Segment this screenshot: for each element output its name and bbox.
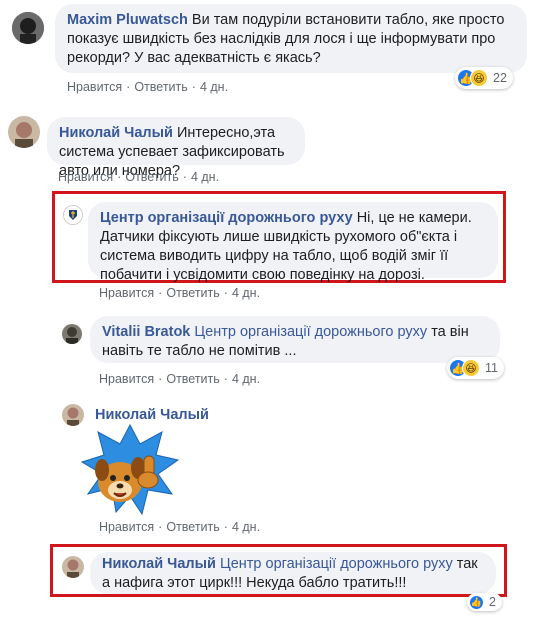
comment-bubble: Maxim Pluwatsch Ви там подурiли встанови… bbox=[55, 4, 527, 73]
like-link[interactable]: Нравится bbox=[99, 520, 154, 534]
timestamp[interactable]: 4 дн. bbox=[232, 520, 260, 534]
thumbs-up-icon: 👍 bbox=[469, 594, 484, 610]
comment-author[interactable]: Maxim Pluwatsch bbox=[67, 12, 188, 28]
sticker-image bbox=[80, 423, 180, 516]
reply-link[interactable]: Ответить bbox=[134, 80, 187, 94]
comment-actions: Нравится · Ответить · 4 дн. bbox=[99, 372, 261, 386]
reactions-count: 22 bbox=[493, 71, 507, 85]
comment-actions: Нравится · Ответить · 4 дн. bbox=[67, 80, 229, 94]
comment-bubble: Центр організації дорожнього руху Ні, це… bbox=[88, 202, 498, 283]
mention-link[interactable]: Центр організації дорожнього руху bbox=[220, 556, 453, 572]
avatar-center[interactable] bbox=[63, 205, 83, 225]
comment-author[interactable]: Николай Чалый bbox=[95, 407, 209, 423]
like-link[interactable]: Нравится bbox=[67, 80, 122, 94]
reactions-count: 2 bbox=[489, 595, 496, 609]
avatar-nikolay[interactable] bbox=[62, 556, 84, 578]
reactions-summary[interactable]: 👍 😆 22 bbox=[455, 67, 513, 89]
comment-bubble: Николай Чалый Центр організації дорожньо… bbox=[90, 552, 496, 594]
comment-author[interactable]: Центр організації дорожнього руху bbox=[100, 210, 353, 226]
comment-bubble: Vitalii Bratok Центр організації дорожнь… bbox=[90, 316, 500, 363]
reply-link[interactable]: Ответить bbox=[166, 286, 219, 300]
timestamp[interactable]: 4 дн. bbox=[232, 286, 260, 300]
dog-thumbs-up-sticker[interactable] bbox=[80, 422, 180, 517]
reactions-summary[interactable]: 👍 😆 11 bbox=[447, 357, 504, 379]
like-link[interactable]: Нравится bbox=[99, 286, 154, 300]
comment-actions: Нравится · Ответить · 4 дн. bbox=[99, 286, 261, 300]
comment-author[interactable]: Vitalii Bratok bbox=[102, 324, 190, 340]
comment-actions: Нравится · Ответить · 4 дн. bbox=[99, 520, 261, 534]
coat-of-arms-icon bbox=[64, 206, 82, 224]
comment-actions: Нравится · Ответить · 4 дн. bbox=[58, 170, 220, 184]
reactions-summary[interactable]: 👍 2 bbox=[467, 593, 502, 611]
comment-author[interactable]: Николай Чалый bbox=[102, 556, 216, 572]
reactions-count: 11 bbox=[485, 361, 498, 375]
timestamp[interactable]: 4 дн. bbox=[232, 372, 260, 386]
laughing-face-icon: 😆 bbox=[470, 69, 488, 87]
reply-link[interactable]: Ответить bbox=[166, 372, 219, 386]
person-photo-icon bbox=[62, 556, 84, 578]
mention-link[interactable]: Центр організації дорожнього руху bbox=[194, 324, 427, 340]
comment-author[interactable]: Николай Чалый bbox=[59, 125, 173, 141]
timestamp[interactable]: 4 дн. bbox=[191, 170, 219, 184]
reply-link[interactable]: Ответить bbox=[125, 170, 178, 184]
avatar-vitalii[interactable] bbox=[62, 324, 82, 344]
person-photo-icon bbox=[62, 324, 82, 344]
laughing-face-icon: 😆 bbox=[462, 359, 480, 377]
comment-bubble: Николай Чалый Интересно,эта система успе… bbox=[47, 117, 305, 179]
reply-link[interactable]: Ответить bbox=[166, 520, 219, 534]
like-link[interactable]: Нравится bbox=[99, 372, 154, 386]
masked-person-icon bbox=[12, 12, 44, 44]
avatar-maxim[interactable] bbox=[12, 12, 44, 44]
avatar-nikolay[interactable] bbox=[8, 116, 40, 148]
like-link[interactable]: Нравится bbox=[58, 170, 113, 184]
person-photo-icon bbox=[8, 116, 40, 148]
timestamp[interactable]: 4 дн. bbox=[200, 80, 228, 94]
